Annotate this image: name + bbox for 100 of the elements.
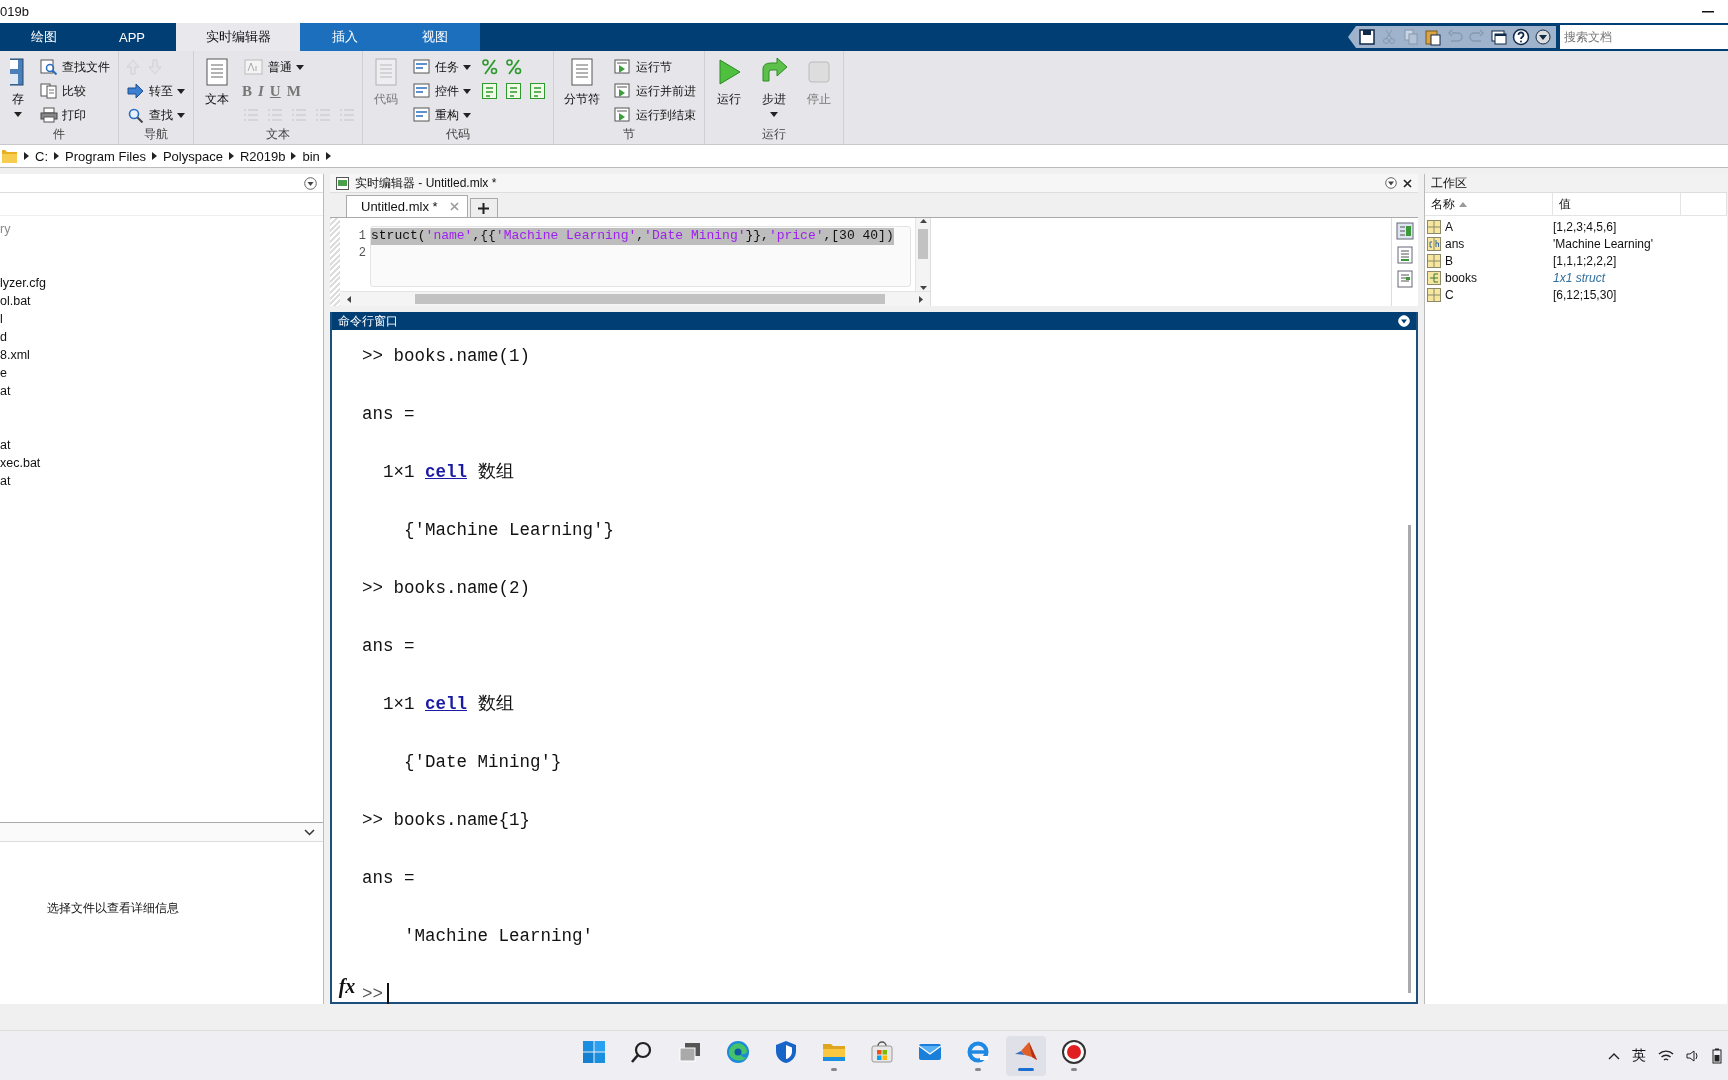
file-name[interactable]: xec.bat (0, 454, 323, 472)
record-icon[interactable] (1062, 1040, 1086, 1064)
search-icon[interactable] (630, 1040, 654, 1064)
scrollbar[interactable] (1407, 525, 1411, 993)
speaker-icon[interactable] (1686, 1048, 1700, 1063)
file-name[interactable]: ry (0, 220, 323, 238)
icon-button[interactable] (505, 82, 523, 100)
caret-icon (770, 112, 778, 117)
path-segment[interactable]: Program Files (65, 148, 146, 164)
matrix-icon (1427, 219, 1441, 234)
ribbon-button[interactable]: 打印 (38, 105, 112, 125)
chevron-up-icon[interactable] (1608, 1051, 1620, 1060)
file-name[interactable]: e (0, 364, 323, 382)
variable-name[interactable]: books (1445, 270, 1478, 285)
file-name[interactable]: d (0, 328, 323, 346)
file-name[interactable]: ol.bat (0, 292, 323, 310)
file-name[interactable]: at (0, 382, 323, 400)
ribbon-button[interactable]: 存 (6, 55, 30, 126)
console-line: ans = (362, 403, 416, 426)
ribbon-button[interactable]: 查找文件 (38, 57, 112, 77)
minimize-icon[interactable] (1702, 10, 1714, 13)
ribbon-button[interactable]: 步进 (755, 55, 793, 126)
icon-button[interactable] (529, 82, 547, 100)
tool-icon (413, 59, 431, 75)
ribbon-button[interactable]: 转至 (125, 81, 187, 101)
variable-name[interactable]: A (1445, 219, 1453, 234)
search-field[interactable]: 搜索文档 (1560, 25, 1728, 49)
ribbon-button[interactable]: 运行 (711, 55, 747, 126)
group-label: 导航 (143, 126, 169, 143)
panel-title: 命令行窗口 (338, 312, 398, 330)
paste-icon[interactable] (1424, 28, 1442, 46)
close-icon[interactable] (1403, 178, 1412, 188)
dropdown-icon[interactable] (304, 176, 317, 190)
caret-icon (14, 112, 22, 117)
ribbon-button[interactable]: 普通 (242, 57, 356, 77)
ribbon-button[interactable]: 运行节 (612, 57, 698, 77)
task-view-icon[interactable] (678, 1040, 702, 1064)
caret-icon (463, 64, 471, 70)
ribbon-button[interactable]: 运行并前进 (612, 81, 698, 101)
chevron-down-icon[interactable] (304, 828, 315, 836)
input-language[interactable]: 英 (1632, 1046, 1646, 1065)
layout-icon[interactable] (1396, 246, 1414, 264)
column-header[interactable]: 值 (1553, 193, 1681, 215)
new-tab-button[interactable] (469, 198, 498, 217)
console-line: 1×1 cell 数组 (382, 693, 515, 716)
file-name[interactable]: l (0, 310, 323, 328)
icon-button[interactable] (481, 58, 499, 76)
path-segment[interactable]: bin (302, 148, 320, 164)
scroll-arrow-icon[interactable] (346, 295, 351, 303)
shield-icon[interactable] (774, 1040, 798, 1064)
group-label: 文本 (265, 126, 291, 143)
layout-icon[interactable] (1396, 270, 1414, 288)
scrollbar[interactable] (915, 218, 930, 291)
ribbon-button[interactable]: 文本 (200, 55, 234, 126)
wifi-icon[interactable] (1658, 1048, 1674, 1063)
icon-button[interactable] (481, 82, 499, 100)
file-name[interactable]: lyzer.cfg (0, 274, 323, 292)
cell-link[interactable]: cell (425, 462, 468, 482)
variable-name[interactable]: ans (1445, 236, 1465, 251)
compare-icon (40, 83, 58, 99)
windows-start-icon[interactable] (582, 1040, 606, 1064)
help-icon[interactable] (1512, 28, 1530, 46)
path-segment[interactable]: R2019b (239, 148, 286, 164)
shopping-bag-icon[interactable] (870, 1040, 894, 1064)
browser-icon[interactable] (966, 1040, 990, 1064)
printer-icon (40, 107, 58, 123)
save-icon[interactable] (1358, 28, 1376, 46)
path-segment[interactable]: C: (35, 148, 48, 164)
ribbon-button[interactable]: 重构 (411, 105, 473, 125)
icon-button[interactable] (505, 58, 523, 76)
variable-name[interactable]: B (1445, 253, 1453, 268)
ribbon-tab[interactable]: 实时编辑器 (176, 23, 300, 51)
file-name[interactable]: at (0, 436, 323, 454)
ribbon-button[interactable]: 任务 (411, 57, 473, 77)
window-icon[interactable] (1490, 28, 1508, 46)
ribbon-button[interactable]: 查找 (125, 105, 187, 125)
function-browser-button[interactable]: fx (338, 975, 356, 998)
ribbon-tab[interactable]: 绘图 (0, 23, 88, 51)
ribbon-tab[interactable]: APP (88, 23, 176, 51)
scroll-arrow-icon[interactable] (919, 218, 927, 223)
file-tab[interactable]: Untitled.mlx * (346, 195, 468, 217)
ribbon-button[interactable]: 运行到结束 (612, 105, 698, 125)
variable-name[interactable]: C (1445, 287, 1454, 302)
ribbon-button[interactable]: 控件 (411, 81, 473, 101)
dropdown-icon[interactable] (1534, 28, 1552, 46)
ribbon-button[interactable]: 比较 (38, 81, 112, 101)
cell-link[interactable]: cell (425, 694, 468, 714)
layout-icon[interactable] (1396, 222, 1414, 240)
column-header[interactable]: 名称 (1425, 193, 1553, 215)
ribbon-tab[interactable]: 视图 (390, 23, 480, 51)
path-segment[interactable]: Polyspace (162, 148, 223, 164)
file-name[interactable]: at (0, 472, 323, 490)
scrollbar[interactable] (340, 291, 930, 306)
ribbon-tab[interactable]: 插入 (300, 23, 390, 51)
browser-icon[interactable] (726, 1040, 750, 1064)
file-name[interactable]: 8.xml (0, 346, 323, 364)
dropdown-icon[interactable] (1385, 177, 1397, 189)
battery-icon[interactable] (1712, 1047, 1722, 1064)
ribbon-button[interactable]: 分节符 (560, 55, 604, 126)
plus-icon (478, 202, 490, 214)
